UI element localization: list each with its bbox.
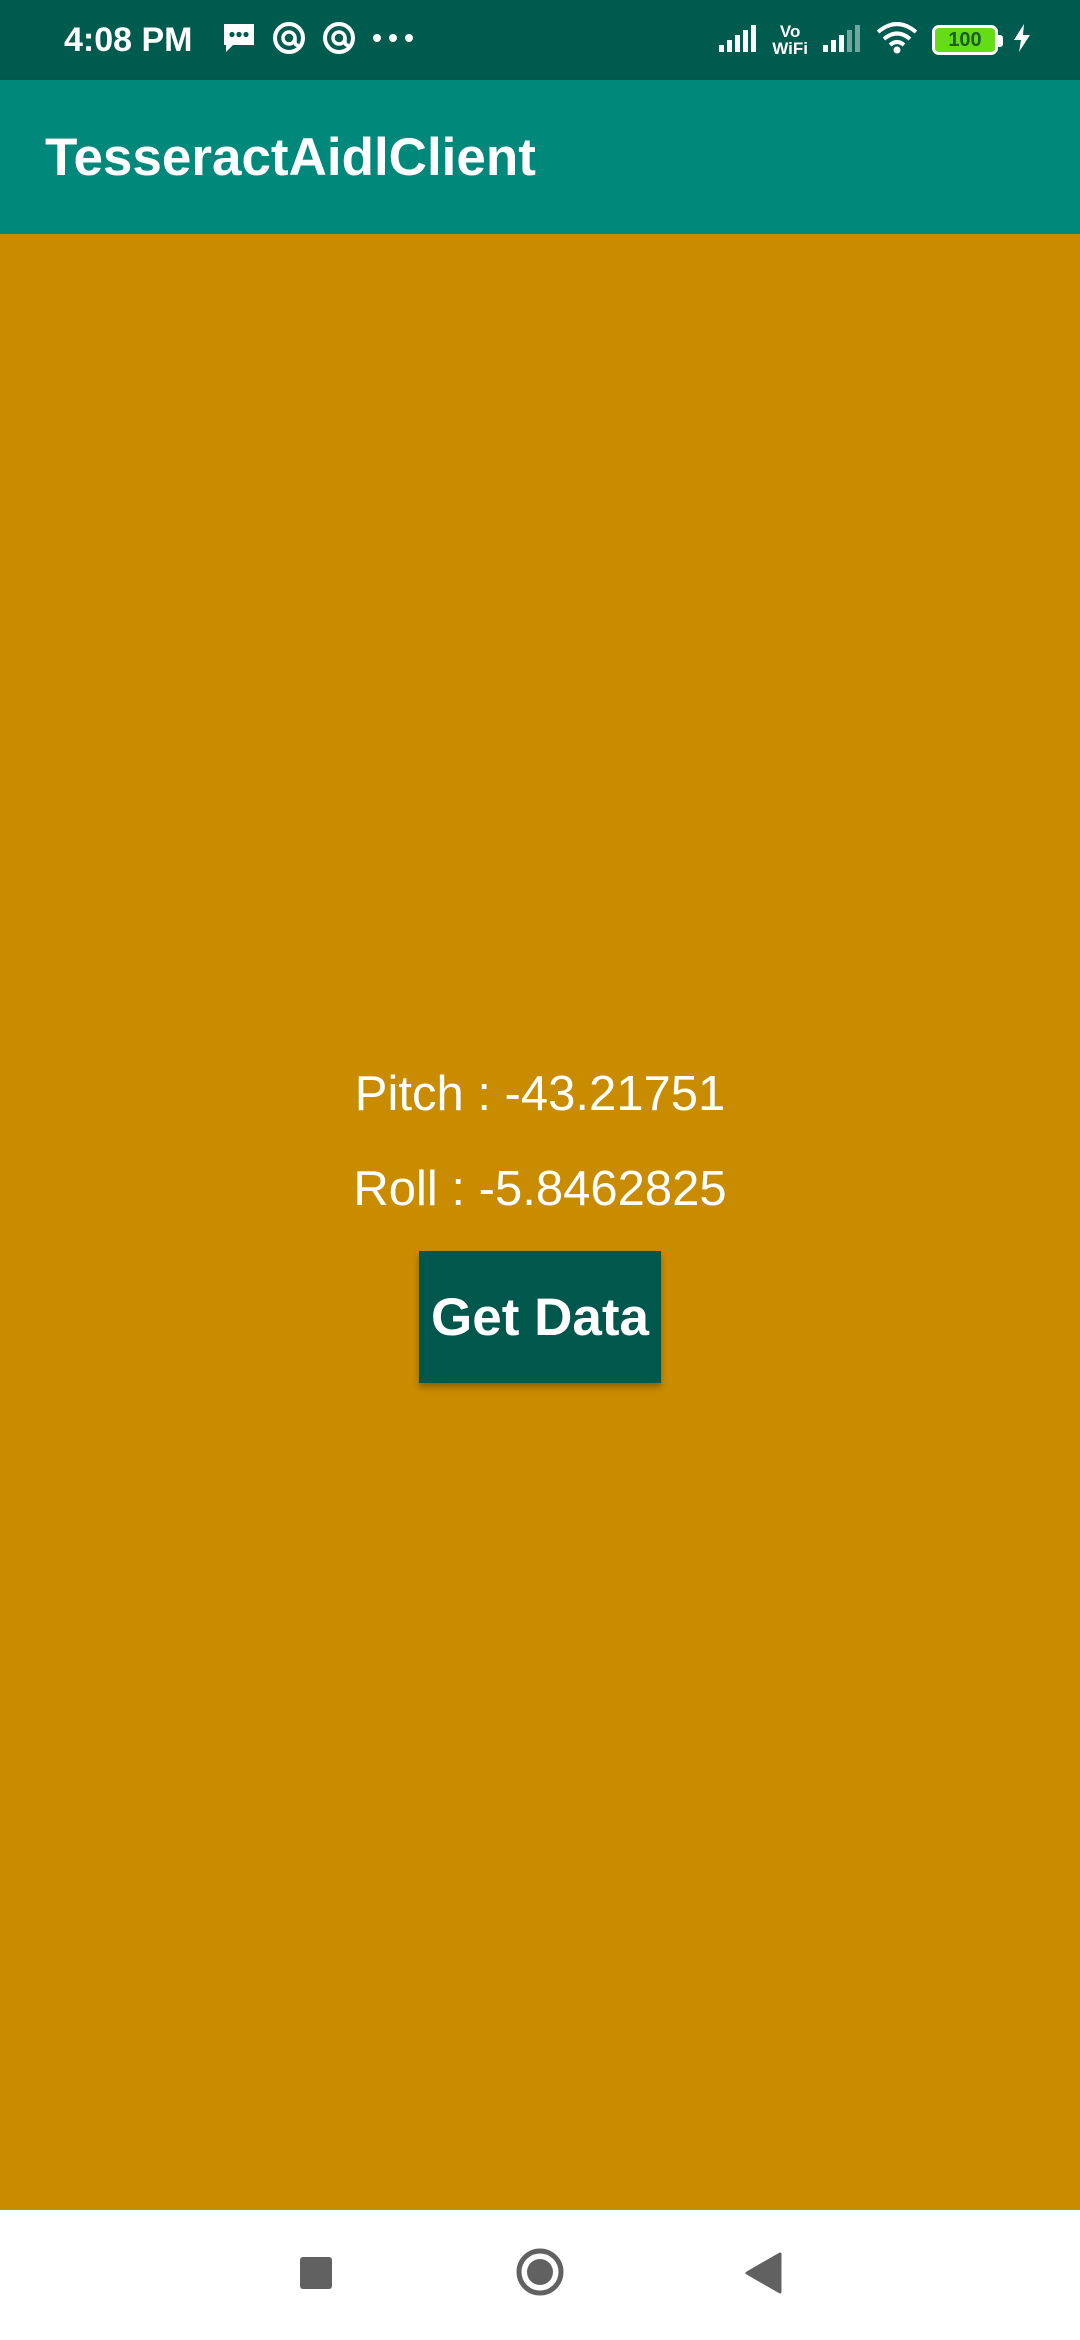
status-left: 4:08 PM [64,0,415,80]
message-icon [221,21,257,60]
status-time: 4:08 PM [64,20,193,59]
vowifi-top-text: Vo [779,22,801,41]
cellular-signal-icon [822,23,862,58]
back-triangle-icon[interactable] [744,2252,782,2294]
home-circle-icon[interactable] [515,2247,565,2297]
navigation-bar [0,2210,1080,2340]
vowifi-indicator: Vo WiFi [772,23,808,57]
app-bar: TesseractAidlClient [0,80,1080,234]
more-notifications-icon [371,31,415,49]
status-right: Vo WiFi 100 [718,0,1032,80]
get-data-button[interactable]: Get Data [419,1251,661,1383]
status-bar: 4:08 PM Vo WiFi 100 [0,0,1080,80]
at-sign-icon [321,20,357,61]
at-sign-icon [271,20,307,61]
battery-level: 100 [948,28,982,51]
roll-readout: Roll : -5.8462825 [353,1162,727,1216]
app-title: TesseractAidlClient [45,127,536,187]
charging-bolt-icon [1012,23,1032,58]
battery-icon: 100 [932,25,1003,55]
cellular-signal-icon [718,23,758,58]
vowifi-bottom-text: WiFi [772,39,808,58]
main-content: Pitch : -43.21751 Roll : -5.8462825 Get … [0,234,1080,2210]
pitch-readout: Pitch : -43.21751 [354,1067,726,1121]
recents-square-icon[interactable] [300,2257,332,2289]
wifi-icon [876,21,918,59]
